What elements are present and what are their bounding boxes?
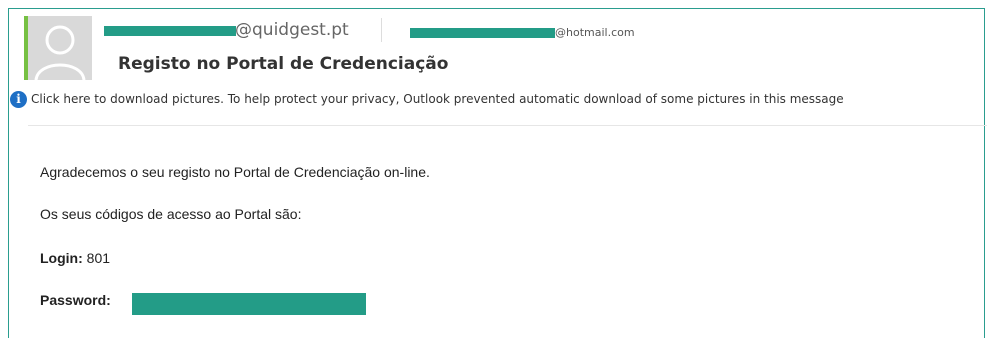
redacted-recipient-name [410,28,555,38]
password-label: Password: [40,292,111,308]
login-label: Login: [40,250,83,266]
redacted-password [132,293,366,315]
person-icon [28,16,92,80]
body-paragraph-1: Agradecemos o seu registo no Portal de C… [40,164,430,180]
info-icon: i [10,90,27,108]
sender-email-domain[interactable]: @quidgest.pt [235,20,349,40]
recipient-email-domain[interactable]: @hotmail.com [555,26,635,39]
body-paragraph-2: Os seus códigos de acesso ao Portal são: [40,206,302,222]
avatar[interactable] [28,16,92,80]
download-pictures-infobar[interactable]: i Click here to download pictures. To he… [10,88,985,110]
header-separator [381,18,382,42]
password-line: Password: [40,292,111,308]
header-divider [28,125,987,126]
infobar-text[interactable]: Click here to download pictures. To help… [31,92,844,106]
message-subject: Registo no Portal de Credenciação [118,54,449,74]
redacted-sender-name [104,26,236,36]
login-value: 801 [82,250,111,266]
login-line: Login: 801 [40,250,110,266]
